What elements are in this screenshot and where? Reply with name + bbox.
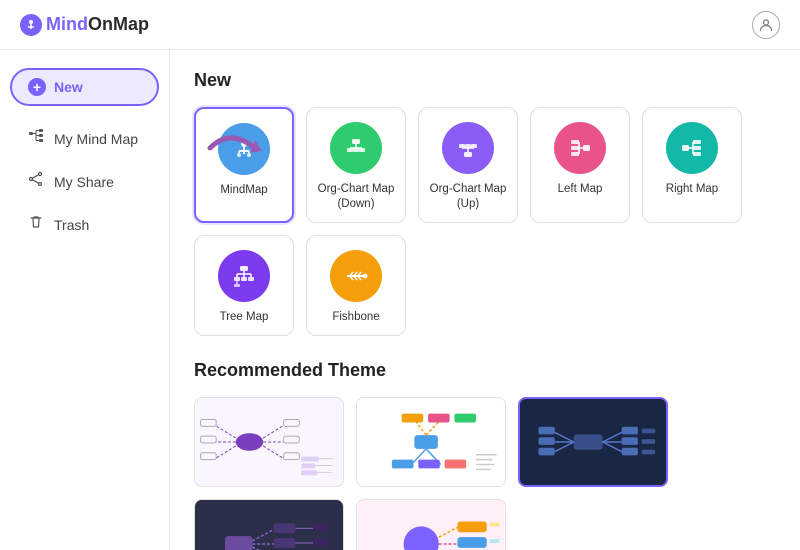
- mind-map-icon: [28, 128, 44, 149]
- theme-colorful[interactable]: [356, 397, 506, 487]
- new-button[interactable]: + New: [10, 68, 159, 106]
- theme-section-title: Recommended Theme: [194, 360, 776, 381]
- org-chart-down-icon: [330, 122, 382, 174]
- sidebar-item-my-share[interactable]: My Share: [8, 161, 161, 202]
- tree-map-label: Tree Map: [220, 310, 269, 325]
- left-map-icon: [554, 122, 606, 174]
- template-left-map[interactable]: Left Map: [530, 107, 630, 223]
- template-right-map[interactable]: Right Map: [642, 107, 742, 223]
- sidebar-item-my-mind-map-label: My Mind Map: [54, 131, 138, 147]
- logo-icon: [20, 14, 42, 36]
- theme-light-purple[interactable]: [194, 397, 344, 487]
- template-fishbone[interactable]: Fishbone: [306, 235, 406, 336]
- fishbone-icon: [330, 250, 382, 302]
- arrow-decoration: [200, 118, 280, 183]
- template-org-chart-down[interactable]: Org-Chart Map (Down): [306, 107, 406, 223]
- theme-dark-purple[interactable]: [194, 499, 344, 550]
- org-chart-up-label: Org-Chart Map (Up): [427, 182, 509, 212]
- right-map-label: Right Map: [666, 182, 718, 197]
- trash-icon: [28, 214, 44, 235]
- new-button-label: New: [54, 79, 83, 95]
- mindmap-label: MindMap: [220, 183, 267, 198]
- org-chart-down-label: Org-Chart Map (Down): [315, 182, 397, 212]
- template-org-chart-up[interactable]: Org-Chart Map (Up): [418, 107, 518, 223]
- content-area: New MindMap: [170, 50, 800, 550]
- sidebar: + New My Mind Map My Share Trash: [0, 50, 170, 550]
- sidebar-item-my-share-label: My Share: [54, 174, 114, 190]
- share-icon: [28, 171, 44, 192]
- org-chart-up-icon: [442, 122, 494, 174]
- logo: MindOnMap: [20, 14, 149, 36]
- main-layout: + New My Mind Map My Share Trash: [0, 50, 800, 550]
- theme-grid: [194, 397, 776, 550]
- logo-text-mind: Mind: [46, 14, 88, 35]
- logo-text-map: Map: [113, 14, 149, 35]
- theme-bright-colorful[interactable]: [356, 499, 506, 550]
- new-section-title: New: [194, 70, 776, 91]
- tree-map-icon: [218, 250, 270, 302]
- theme-dark-blue[interactable]: [518, 397, 668, 487]
- logo-text-on: On: [88, 14, 113, 35]
- sidebar-item-trash[interactable]: Trash: [8, 204, 161, 245]
- fishbone-label: Fishbone: [332, 310, 379, 325]
- sidebar-item-trash-label: Trash: [54, 217, 89, 233]
- template-tree-map[interactable]: Tree Map: [194, 235, 294, 336]
- header: MindOnMap: [0, 0, 800, 50]
- left-map-label: Left Map: [558, 182, 603, 197]
- user-avatar[interactable]: [752, 11, 780, 39]
- template-grid: MindMap Org-Chart Map (Down): [194, 107, 776, 336]
- right-map-icon: [666, 122, 718, 174]
- sidebar-item-my-mind-map[interactable]: My Mind Map: [8, 118, 161, 159]
- plus-icon: +: [28, 78, 46, 96]
